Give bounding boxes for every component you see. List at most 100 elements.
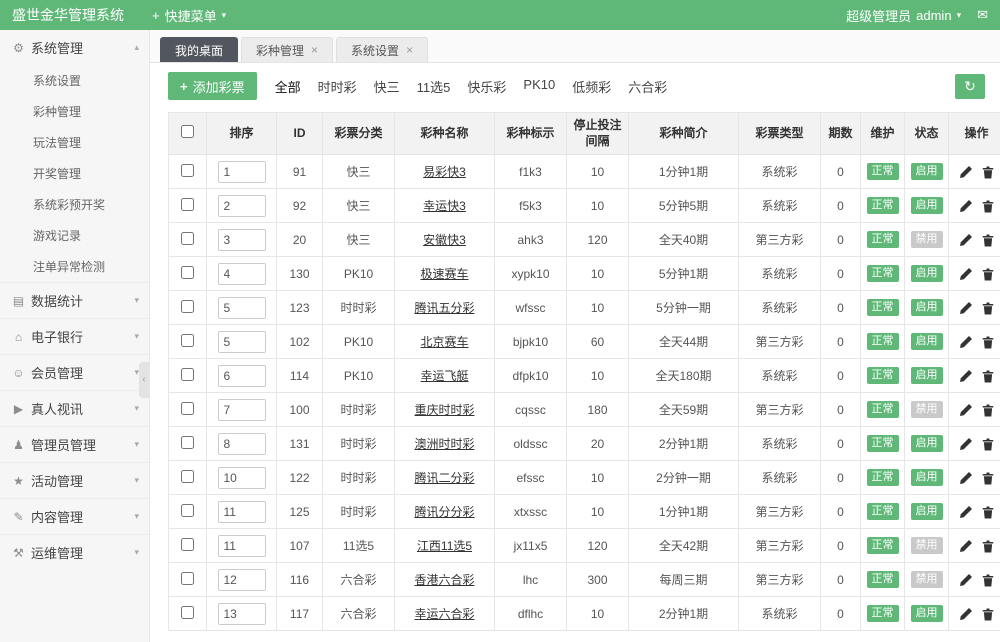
filter-link-6[interactable]: 低频彩 xyxy=(572,77,611,96)
row-checkbox[interactable] xyxy=(181,300,194,313)
delete-icon[interactable] xyxy=(982,200,994,213)
sort-input[interactable] xyxy=(218,161,266,183)
sort-input[interactable] xyxy=(218,331,266,353)
lottery-name-link[interactable]: 极速赛车 xyxy=(420,267,468,281)
row-checkbox[interactable] xyxy=(181,334,194,347)
sidebar-section-6[interactable]: ★活动管理▾ xyxy=(0,462,149,498)
sidebar-section-5[interactable]: ♟管理员管理▾ xyxy=(0,426,149,462)
sort-input[interactable] xyxy=(218,263,266,285)
edit-icon[interactable] xyxy=(960,166,972,178)
sidebar-section-7[interactable]: ✎内容管理▾ xyxy=(0,498,149,534)
edit-icon[interactable] xyxy=(960,608,972,620)
delete-icon[interactable] xyxy=(982,234,994,247)
sidebar-collapse-handle[interactable]: ‹ xyxy=(139,362,149,398)
edit-icon[interactable] xyxy=(960,200,972,212)
edit-icon[interactable] xyxy=(960,302,972,314)
sort-input[interactable] xyxy=(218,297,266,319)
sidebar-section-3[interactable]: ☺会员管理▾ xyxy=(0,354,149,390)
delete-icon[interactable] xyxy=(982,370,994,383)
delete-icon[interactable] xyxy=(982,438,994,451)
sidebar-section-8[interactable]: ⚒运维管理▾ xyxy=(0,534,149,570)
tab-2[interactable]: 系统设置× xyxy=(336,37,428,62)
sort-input[interactable] xyxy=(218,603,266,625)
lottery-name-link[interactable]: 腾讯二分彩 xyxy=(414,471,474,485)
close-icon[interactable]: × xyxy=(311,44,318,56)
sidebar-item-0-1[interactable]: 彩种管理 xyxy=(0,96,149,127)
delete-icon[interactable] xyxy=(982,268,994,281)
row-checkbox[interactable] xyxy=(181,572,194,585)
sidebar-section-1[interactable]: ▤数据统计▾ xyxy=(0,282,149,318)
refresh-button[interactable]: ↻ xyxy=(955,74,985,99)
edit-icon[interactable] xyxy=(960,574,972,586)
edit-icon[interactable] xyxy=(960,234,972,246)
sidebar-item-0-5[interactable]: 游戏记录 xyxy=(0,220,149,251)
row-checkbox[interactable] xyxy=(181,232,194,245)
row-checkbox[interactable] xyxy=(181,402,194,415)
lottery-name-link[interactable]: 腾讯分分彩 xyxy=(414,505,474,519)
sort-input[interactable] xyxy=(218,229,266,251)
add-lottery-button[interactable]: + 添加彩票 xyxy=(168,72,257,100)
close-icon[interactable]: × xyxy=(406,44,413,56)
row-checkbox[interactable] xyxy=(181,606,194,619)
edit-icon[interactable] xyxy=(960,268,972,280)
lottery-name-link[interactable]: 安徽快3 xyxy=(423,233,466,247)
delete-icon[interactable] xyxy=(982,404,994,417)
edit-icon[interactable] xyxy=(960,370,972,382)
row-checkbox[interactable] xyxy=(181,164,194,177)
sidebar-item-0-2[interactable]: 玩法管理 xyxy=(0,127,149,158)
row-checkbox[interactable] xyxy=(181,470,194,483)
delete-icon[interactable] xyxy=(982,166,994,179)
lottery-name-link[interactable]: 北京赛车 xyxy=(420,335,468,349)
row-checkbox[interactable] xyxy=(181,266,194,279)
sort-input[interactable] xyxy=(218,467,266,489)
sidebar-section-0[interactable]: ⚙系统管理▴ xyxy=(0,30,149,65)
delete-icon[interactable] xyxy=(982,540,994,553)
select-all-checkbox[interactable] xyxy=(181,125,194,138)
edit-icon[interactable] xyxy=(960,404,972,416)
sort-input[interactable] xyxy=(218,365,266,387)
delete-icon[interactable] xyxy=(982,608,994,621)
delete-icon[interactable] xyxy=(982,506,994,519)
lottery-name-link[interactable]: 幸运飞艇 xyxy=(420,369,468,383)
row-checkbox[interactable] xyxy=(181,504,194,517)
delete-icon[interactable] xyxy=(982,574,994,587)
edit-icon[interactable] xyxy=(960,472,972,484)
filter-link-5[interactable]: PK10 xyxy=(523,77,555,96)
lottery-name-link[interactable]: 腾讯五分彩 xyxy=(414,301,474,315)
sidebar-item-0-6[interactable]: 注单异常检测 xyxy=(0,251,149,282)
row-checkbox[interactable] xyxy=(181,198,194,211)
lottery-name-link[interactable]: 幸运六合彩 xyxy=(414,607,474,621)
tab-1[interactable]: 彩种管理× xyxy=(241,37,333,62)
lottery-name-link[interactable]: 江西11选5 xyxy=(417,539,472,553)
sidebar-item-0-0[interactable]: 系统设置 xyxy=(0,65,149,96)
edit-icon[interactable] xyxy=(960,438,972,450)
filter-link-2[interactable]: 快三 xyxy=(374,77,400,96)
sort-input[interactable] xyxy=(218,501,266,523)
tab-0[interactable]: 我的桌面 xyxy=(160,37,238,62)
row-checkbox[interactable] xyxy=(181,368,194,381)
lottery-name-link[interactable]: 澳洲时时彩 xyxy=(414,437,474,451)
lottery-name-link[interactable]: 重庆时时彩 xyxy=(414,403,474,417)
sort-input[interactable] xyxy=(218,195,266,217)
filter-link-0[interactable]: 全部 xyxy=(275,77,301,96)
sidebar-section-4[interactable]: ▶真人视讯▾ xyxy=(0,390,149,426)
delete-icon[interactable] xyxy=(982,336,994,349)
filter-link-7[interactable]: 六合彩 xyxy=(628,77,667,96)
edit-icon[interactable] xyxy=(960,336,972,348)
filter-link-4[interactable]: 快乐彩 xyxy=(467,77,506,96)
sidebar-item-0-4[interactable]: 系统彩预开奖 xyxy=(0,189,149,220)
lottery-name-link[interactable]: 易彩快3 xyxy=(423,165,466,179)
quick-menu-button[interactable]: + 快捷菜单 ▾ xyxy=(152,6,226,25)
user-menu[interactable]: 超级管理员 admin ▾ xyxy=(846,6,961,25)
filter-link-1[interactable]: 时时彩 xyxy=(318,77,357,96)
sidebar-item-0-3[interactable]: 开奖管理 xyxy=(0,158,149,189)
sort-input[interactable] xyxy=(218,569,266,591)
edit-icon[interactable] xyxy=(960,506,972,518)
sort-input[interactable] xyxy=(218,535,266,557)
row-checkbox[interactable] xyxy=(181,436,194,449)
message-icon[interactable]: ✉ xyxy=(977,7,988,23)
filter-link-3[interactable]: 11选5 xyxy=(417,77,451,96)
delete-icon[interactable] xyxy=(982,302,994,315)
lottery-name-link[interactable]: 幸运快3 xyxy=(423,199,466,213)
lottery-name-link[interactable]: 香港六合彩 xyxy=(414,573,474,587)
